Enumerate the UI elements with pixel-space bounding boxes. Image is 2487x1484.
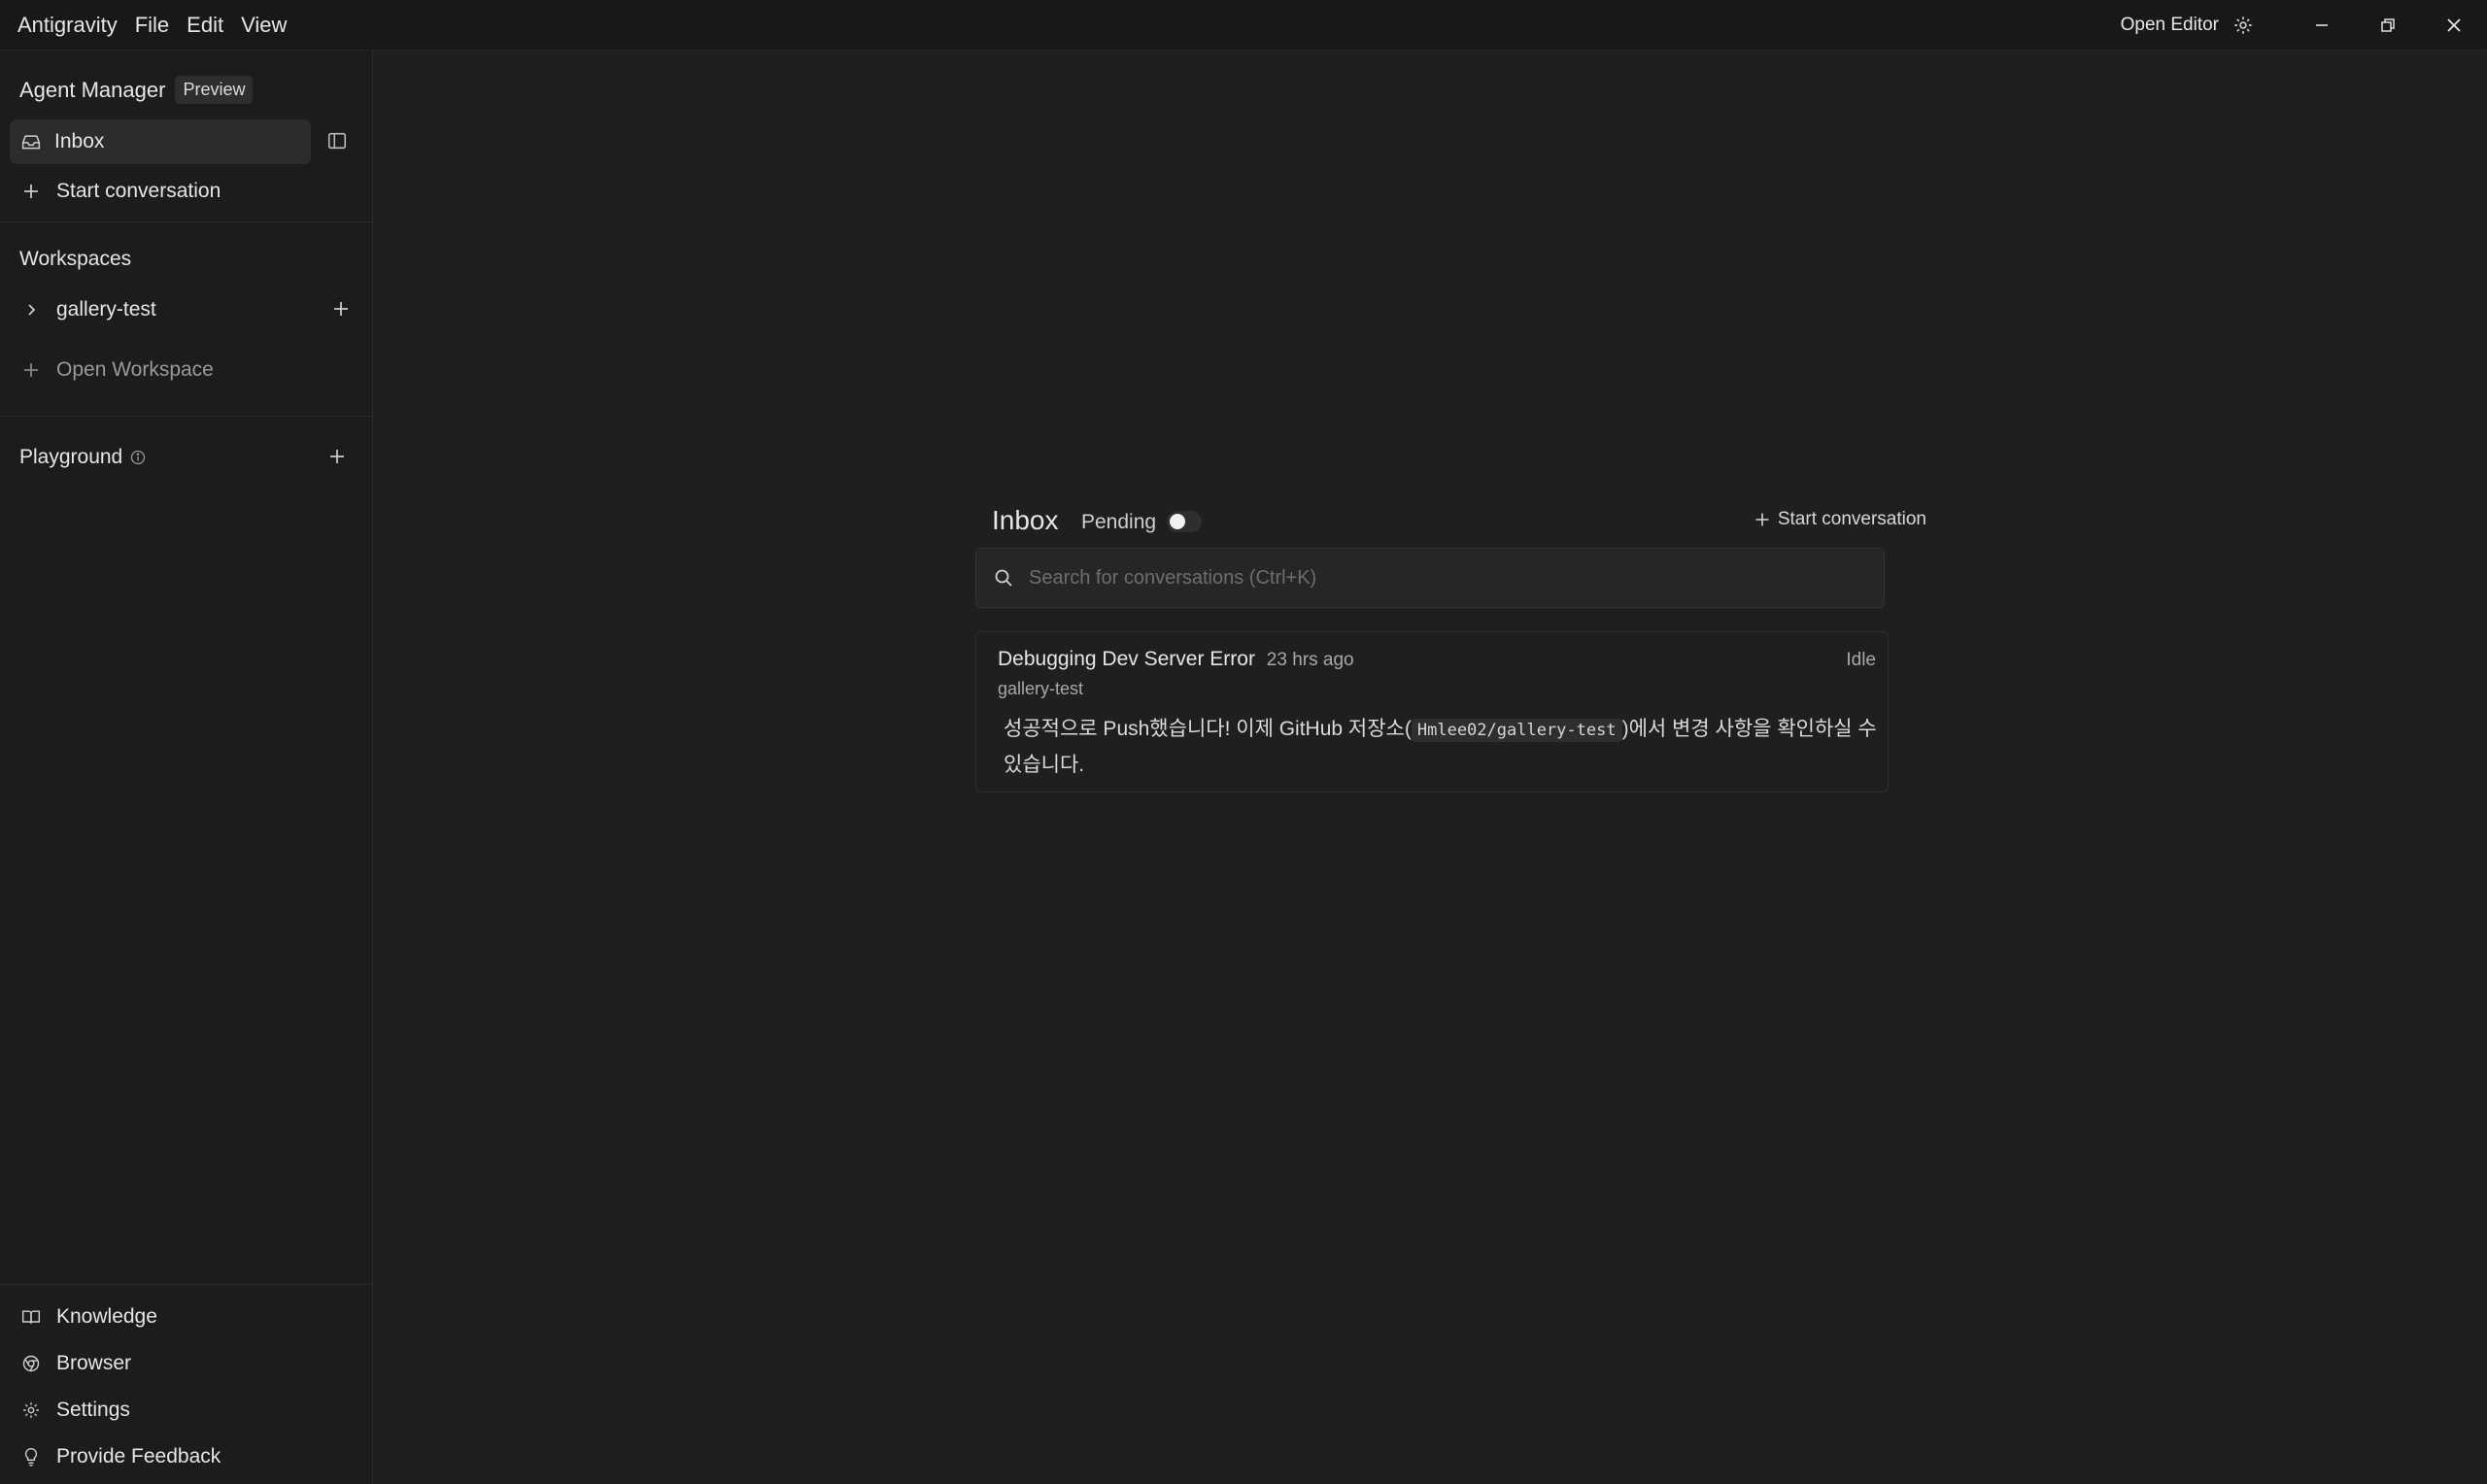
conversation-title-row: Debugging Dev Server Error 23 hrs ago xyxy=(998,648,1354,671)
inbox-header: Inbox Pending Start conversation xyxy=(982,501,1926,544)
sidebar-item-label: gallery-test xyxy=(56,298,156,320)
sidebar-item-label: Open Workspace xyxy=(56,358,214,381)
pending-toggle[interactable] xyxy=(1167,511,1202,532)
agent-manager-title: Agent Manager xyxy=(19,77,166,102)
playground-heading: Playground xyxy=(19,446,146,469)
book-icon xyxy=(21,1307,41,1327)
open-workspace-button[interactable]: Open Workspace xyxy=(21,358,214,382)
sidebar-item-label: Start conversation xyxy=(56,180,221,202)
title-bar: Antigravity File Edit View Open Editor xyxy=(0,0,2487,51)
view-menu[interactable]: View xyxy=(241,13,287,38)
sidebar: Agent Manager Preview Inbox Start conver… xyxy=(0,51,373,1484)
conversation-workspace: gallery-test xyxy=(998,679,1084,698)
preview-badge: Preview xyxy=(175,76,254,104)
chevron-right-icon[interactable] xyxy=(21,300,41,320)
sidebar-item-settings[interactable]: Settings xyxy=(21,1399,130,1422)
start-conversation-button[interactable]: Start conversation xyxy=(1755,509,1926,530)
workspaces-heading: Workspaces xyxy=(19,248,132,270)
divider xyxy=(0,416,373,417)
sidebar-item-label: Settings xyxy=(56,1399,130,1421)
info-icon[interactable] xyxy=(130,450,146,465)
agent-manager-header: Agent Manager Preview xyxy=(19,76,254,104)
sidebar-item-label: Knowledge xyxy=(56,1305,157,1328)
sidebar-item-inbox[interactable]: Inbox xyxy=(10,119,311,164)
browser-icon xyxy=(21,1354,41,1373)
add-conversation-workspace-button[interactable] xyxy=(330,298,352,320)
gear-icon[interactable] xyxy=(2232,15,2254,36)
search-box[interactable] xyxy=(975,548,1885,608)
playground-label: Playground xyxy=(19,446,123,468)
menu-bar: Antigravity File Edit View xyxy=(17,13,287,38)
titlebar-controls: Open Editor xyxy=(2121,0,2487,51)
page-title: Inbox xyxy=(992,505,1059,535)
repo-code: Hmlee02/gallery-test xyxy=(1411,719,1622,742)
preview-text-start: 성공적으로 Push했습니다! 이제 GitHub 저장소( xyxy=(1004,718,1412,740)
open-editor-button[interactable]: Open Editor xyxy=(2121,15,2219,36)
sidebar-item-browser[interactable]: Browser xyxy=(21,1352,131,1375)
sidebar-item-start-conversation[interactable]: Start conversation xyxy=(21,180,221,203)
sidebar-item-label: Inbox xyxy=(54,130,105,152)
search-input[interactable] xyxy=(1029,566,1806,590)
close-button[interactable] xyxy=(2421,0,2487,51)
start-conversation-label: Start conversation xyxy=(1777,509,1926,529)
search-icon xyxy=(995,569,1012,587)
sidebar-toggle-icon[interactable] xyxy=(326,130,348,156)
edit-menu[interactable]: Edit xyxy=(187,13,223,38)
app-menu[interactable]: Antigravity xyxy=(17,13,118,38)
sidebar-item-label: Browser xyxy=(56,1352,132,1374)
plus-icon xyxy=(21,182,41,201)
minimize-button[interactable] xyxy=(2289,0,2355,51)
conversation-title: Debugging Dev Server Error xyxy=(998,648,1255,670)
divider xyxy=(0,1284,373,1285)
restore-button[interactable] xyxy=(2355,0,2421,51)
conversation-card[interactable]: Debugging Dev Server Error 23 hrs ago Id… xyxy=(975,631,1889,793)
file-menu[interactable]: File xyxy=(135,13,169,38)
lightbulb-icon xyxy=(21,1447,41,1467)
inbox-icon xyxy=(21,135,41,150)
conversation-preview: 성공적으로 Push했습니다! 이제 GitHub 저장소(Hmlee02/ga… xyxy=(1004,712,1878,783)
conversation-time: 23 hrs ago xyxy=(1266,650,1354,670)
plus-icon xyxy=(21,360,41,380)
divider xyxy=(0,221,373,222)
sidebar-item-gallery-test[interactable]: gallery-test xyxy=(21,298,156,321)
main-content: Inbox Pending Start conversation Debuggi… xyxy=(374,51,2487,1484)
add-playground-button[interactable] xyxy=(326,446,348,467)
sidebar-item-feedback[interactable]: Provide Feedback xyxy=(21,1445,221,1468)
sidebar-item-label: Provide Feedback xyxy=(56,1445,221,1467)
status-badge: Idle xyxy=(1846,650,1876,670)
sidebar-item-knowledge[interactable]: Knowledge xyxy=(21,1305,157,1329)
pending-label: Pending xyxy=(1081,511,1157,533)
toggle-knob xyxy=(1170,514,1185,529)
gear-icon xyxy=(21,1400,41,1420)
plus-icon xyxy=(1755,513,1769,526)
